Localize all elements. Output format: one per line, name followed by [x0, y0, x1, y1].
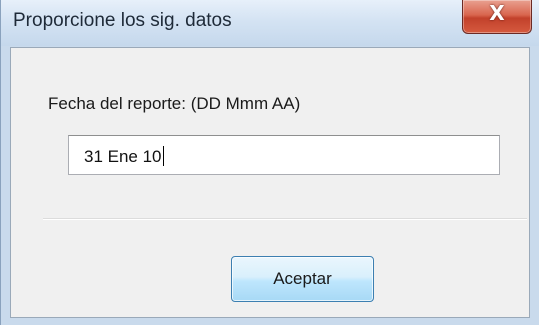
- title-bar[interactable]: Proporcione los sig. datos X: [1, 0, 539, 46]
- date-input[interactable]: 31 Ene 10: [68, 135, 500, 175]
- date-input-value: 31 Ene 10: [84, 146, 164, 166]
- close-icon: X: [489, 1, 505, 25]
- ok-button[interactable]: Aceptar: [231, 256, 374, 302]
- text-caret: [162, 146, 164, 166]
- dialog-body: Fecha del reporte: (DD Mmm AA) 31 Ene 10…: [10, 47, 530, 318]
- close-button[interactable]: X: [462, 0, 532, 34]
- window-title: Proporcione los sig. datos: [13, 10, 232, 31]
- dialog-window: Proporcione los sig. datos X Fecha del r…: [0, 0, 539, 325]
- date-field-label: Fecha del reporte: (DD Mmm AA): [48, 94, 301, 113]
- separator: [43, 218, 527, 220]
